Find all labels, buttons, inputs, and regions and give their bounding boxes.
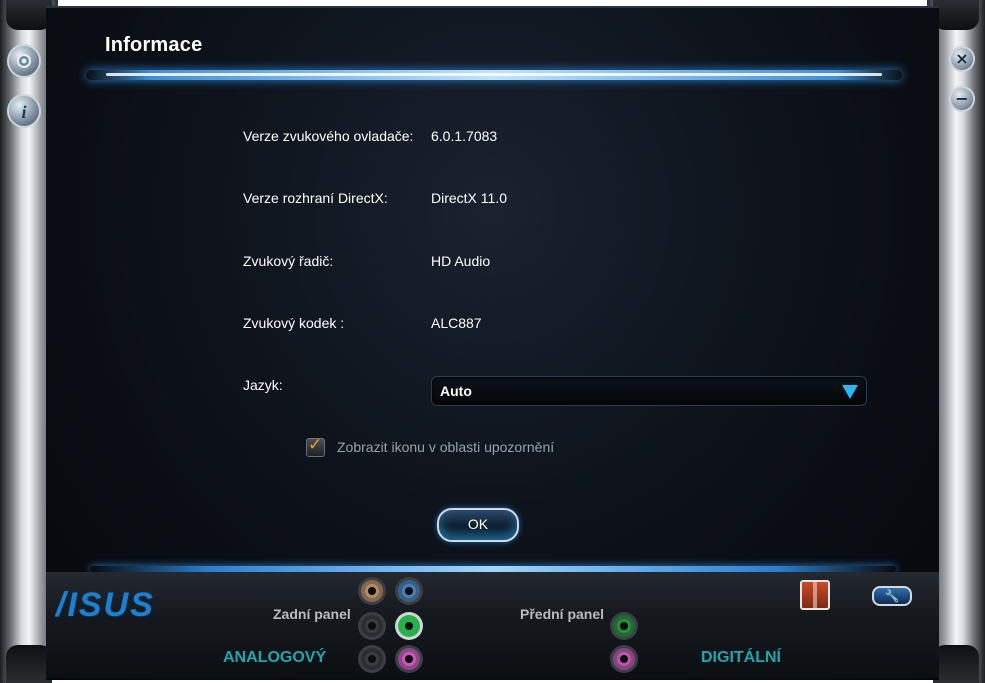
ok-button-label: OK	[467, 516, 489, 532]
analog-label[interactable]: ANALOGOVÝ	[223, 649, 326, 667]
minimize-icon[interactable]: −	[951, 88, 973, 110]
svg-text:i: i	[21, 102, 26, 122]
tray-icon-checkbox-label[interactable]: Zobrazit ikonu v oblasti upozornění	[337, 439, 554, 455]
driver-version-label: Verze zvukového ovladače:	[243, 128, 414, 144]
gear-icon[interactable]	[9, 46, 39, 76]
front-jack-green[interactable]	[613, 615, 635, 637]
gear-glyph	[17, 54, 31, 68]
ok-button[interactable]: OK	[437, 508, 519, 542]
rear-jack-orange[interactable]	[361, 580, 383, 602]
driver-version-value: 6.0.1.7083	[431, 128, 498, 144]
language-label: Jazyk:	[243, 377, 283, 393]
audio-codec-label: Zvukový kodek :	[243, 315, 345, 331]
rear-panel-label: Zadní panel	[273, 606, 351, 622]
digital-label[interactable]: DIGITÁLNÍ	[701, 649, 781, 667]
front-panel-label: Přední panel	[520, 606, 605, 622]
rear-jack-pink[interactable]	[398, 648, 420, 670]
rear-jack-green-active[interactable]	[398, 615, 420, 637]
rear-jack-blue[interactable]	[398, 580, 420, 602]
wrench-icon[interactable]: 🔧	[872, 586, 912, 606]
front-jack-pink[interactable]	[613, 648, 635, 670]
language-selected-value: Auto	[440, 383, 472, 399]
audio-codec-value: ALC887	[431, 315, 482, 331]
directx-version-label: Verze rozhraní DirectX:	[243, 190, 388, 206]
app-window: i × − Informace Verze zvukového ovladače…	[0, 0, 985, 683]
window-title: Informace	[105, 34, 203, 56]
directx-version-value: DirectX 11.0	[431, 190, 507, 206]
info-icon[interactable]: i	[9, 96, 39, 126]
spdif-icon[interactable]	[800, 580, 830, 610]
audio-controller-label: Zvukový řadič:	[243, 253, 334, 269]
language-select[interactable]: Auto	[431, 376, 867, 406]
title-divider	[86, 70, 902, 80]
audio-controller-value: HD Audio	[431, 253, 491, 269]
rear-jack-black[interactable]	[361, 615, 383, 637]
rear-jack-grey[interactable]	[361, 648, 383, 670]
tray-icon-checkbox[interactable]: ✓	[306, 435, 325, 457]
dropdown-arrow-icon[interactable]	[842, 385, 858, 399]
close-icon[interactable]: ×	[951, 48, 973, 70]
info-glyph: i	[21, 102, 26, 122]
checkmark-icon: ✓	[308, 435, 323, 455]
asus-logo: /ISUS	[56, 586, 155, 624]
